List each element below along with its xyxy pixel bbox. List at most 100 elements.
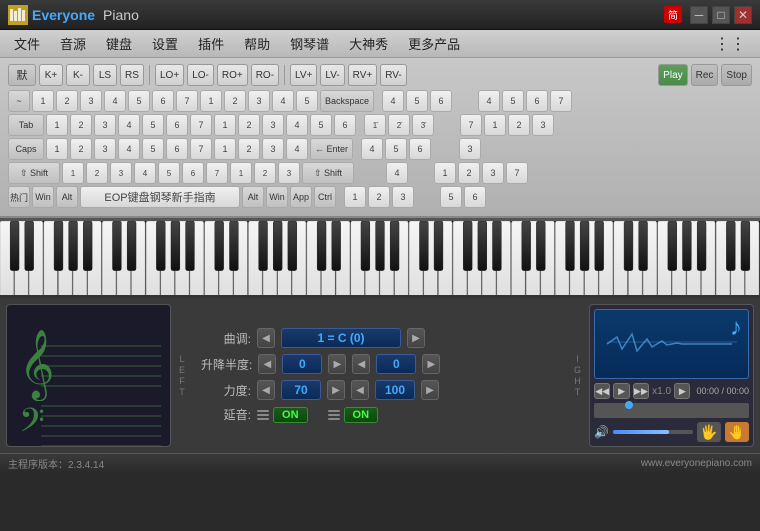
- shift-7[interactable]: 7: [206, 162, 228, 184]
- next-button[interactable]: ▶▶: [633, 383, 649, 399]
- velocity-left-arrow-r[interactable]: ▶: [327, 380, 345, 400]
- np4-4[interactable]: 4: [386, 162, 408, 184]
- velocity-right-arrow-l[interactable]: ◀: [351, 380, 369, 400]
- caps-1b[interactable]: 1: [214, 138, 236, 160]
- caps-5[interactable]: 5: [142, 138, 164, 160]
- np3-3[interactable]: 3: [459, 138, 481, 160]
- close-button[interactable]: ✕: [734, 6, 752, 24]
- shift-6[interactable]: 6: [182, 162, 204, 184]
- rshift-key[interactable]: ⇧ Shift: [302, 162, 354, 184]
- caps-2b[interactable]: 2: [238, 138, 260, 160]
- caps-6[interactable]: 6: [166, 138, 188, 160]
- menu-settings[interactable]: 设置: [142, 30, 188, 57]
- velocity-left-arrow-l[interactable]: ◀: [257, 380, 275, 400]
- maximize-button[interactable]: □: [712, 6, 730, 24]
- key-7[interactable]: 7: [176, 90, 198, 112]
- menu-sound[interactable]: 音源: [50, 30, 96, 57]
- key-3b[interactable]: 3: [248, 90, 270, 112]
- win-right-key[interactable]: Win: [266, 186, 288, 208]
- caps-3[interactable]: 3: [94, 138, 116, 160]
- transpose-right-arrow-l[interactable]: ◀: [352, 354, 370, 374]
- key-4[interactable]: 4: [104, 90, 126, 112]
- np-5b[interactable]: 5: [502, 90, 524, 112]
- menu-sheet-music[interactable]: 钢琴谱: [280, 30, 339, 57]
- np3-5[interactable]: 5: [385, 138, 407, 160]
- key-6[interactable]: 6: [152, 90, 174, 112]
- tab-6[interactable]: 6: [166, 114, 188, 136]
- right-hand-icon[interactable]: 🤚: [725, 422, 749, 442]
- shift-1[interactable]: 1: [62, 162, 84, 184]
- volume-slider[interactable]: [613, 430, 693, 434]
- key-3[interactable]: 3: [80, 90, 102, 112]
- np4-3[interactable]: 3: [482, 162, 504, 184]
- key-1[interactable]: 1: [32, 90, 54, 112]
- tab-1b[interactable]: 1: [214, 114, 236, 136]
- np3-6[interactable]: 6: [409, 138, 431, 160]
- transpose-left-arrow-r[interactable]: ▶: [328, 354, 346, 374]
- lv-plus-button[interactable]: LV+: [290, 64, 317, 86]
- rv-plus-button[interactable]: RV+: [348, 64, 378, 86]
- np5-3[interactable]: 3: [392, 186, 414, 208]
- playback-slider[interactable]: [594, 403, 749, 418]
- lv-minus-button[interactable]: LV-: [320, 64, 344, 86]
- key-2b[interactable]: 2: [224, 90, 246, 112]
- hotkey-key[interactable]: 热门: [8, 186, 30, 208]
- tab-4[interactable]: 4: [118, 114, 140, 136]
- shift-5[interactable]: 5: [158, 162, 180, 184]
- tab-2b[interactable]: 2: [238, 114, 260, 136]
- menu-more[interactable]: 更多产品: [398, 30, 470, 57]
- np4-1[interactable]: 1: [434, 162, 456, 184]
- np3-4[interactable]: 4: [361, 138, 383, 160]
- caps-7[interactable]: 7: [190, 138, 212, 160]
- key-arrow-left[interactable]: ◀: [257, 328, 275, 348]
- menu-master[interactable]: 大神秀: [339, 30, 398, 57]
- play-button[interactable]: Play: [658, 64, 687, 86]
- language-badge[interactable]: 简: [664, 6, 682, 23]
- play-track-button[interactable]: ▶: [613, 383, 629, 399]
- menu-help[interactable]: 帮助: [234, 30, 280, 57]
- np5-5[interactable]: 5: [440, 186, 462, 208]
- tab-5b[interactable]: 5: [310, 114, 332, 136]
- ro-plus-button[interactable]: RO+: [217, 64, 248, 86]
- key-5[interactable]: 5: [128, 90, 150, 112]
- k-minus-button[interactable]: K-: [66, 64, 90, 86]
- tab-4b[interactable]: 4: [286, 114, 308, 136]
- lshift-key[interactable]: ⇧ Shift: [8, 162, 60, 184]
- key-2[interactable]: 2: [56, 90, 78, 112]
- ls-button[interactable]: LS: [93, 64, 117, 86]
- np-4a[interactable]: 4: [382, 90, 404, 112]
- key-4b[interactable]: 4: [272, 90, 294, 112]
- tab-6b[interactable]: 6: [334, 114, 356, 136]
- shift-2b[interactable]: 2: [254, 162, 276, 184]
- key-5b[interactable]: 5: [296, 90, 318, 112]
- lo-minus-button[interactable]: LO-: [187, 64, 214, 86]
- default-button[interactable]: 默: [8, 64, 36, 86]
- menu-file[interactable]: 文件: [4, 30, 50, 57]
- menu-plugins[interactable]: 插件: [188, 30, 234, 57]
- ro-minus-button[interactable]: RO-: [251, 64, 279, 86]
- tab-3b[interactable]: 3: [262, 114, 284, 136]
- win-left-key[interactable]: Win: [32, 186, 54, 208]
- enter-key[interactable]: ← Enter: [310, 138, 353, 160]
- np2-3u[interactable]: 3̄: [412, 114, 434, 136]
- lo-plus-button[interactable]: LO+: [155, 64, 184, 86]
- speed-up-button[interactable]: ▶: [674, 383, 690, 399]
- backspace-key[interactable]: Backspace: [320, 90, 374, 112]
- transpose-left-arrow-l[interactable]: ◀: [258, 354, 276, 374]
- np-6a[interactable]: 6: [430, 90, 452, 112]
- key-1b[interactable]: 1: [200, 90, 222, 112]
- np2-2u[interactable]: 2̄: [388, 114, 410, 136]
- caps-4[interactable]: 4: [118, 138, 140, 160]
- left-hand-icon[interactable]: 🖐: [697, 422, 721, 442]
- caps-2[interactable]: 2: [70, 138, 92, 160]
- prev-button[interactable]: ◀◀: [594, 383, 610, 399]
- np2-2[interactable]: 2: [508, 114, 530, 136]
- stop-button[interactable]: Stop: [721, 64, 752, 86]
- caps-3b[interactable]: 3: [262, 138, 284, 160]
- np-5a[interactable]: 5: [406, 90, 428, 112]
- shift-1b[interactable]: 1: [230, 162, 252, 184]
- alt-left-key[interactable]: Alt: [56, 186, 78, 208]
- transpose-right-arrow-r[interactable]: ▶: [422, 354, 440, 374]
- velocity-right-arrow-r[interactable]: ▶: [421, 380, 439, 400]
- caps-key[interactable]: Caps: [8, 138, 44, 160]
